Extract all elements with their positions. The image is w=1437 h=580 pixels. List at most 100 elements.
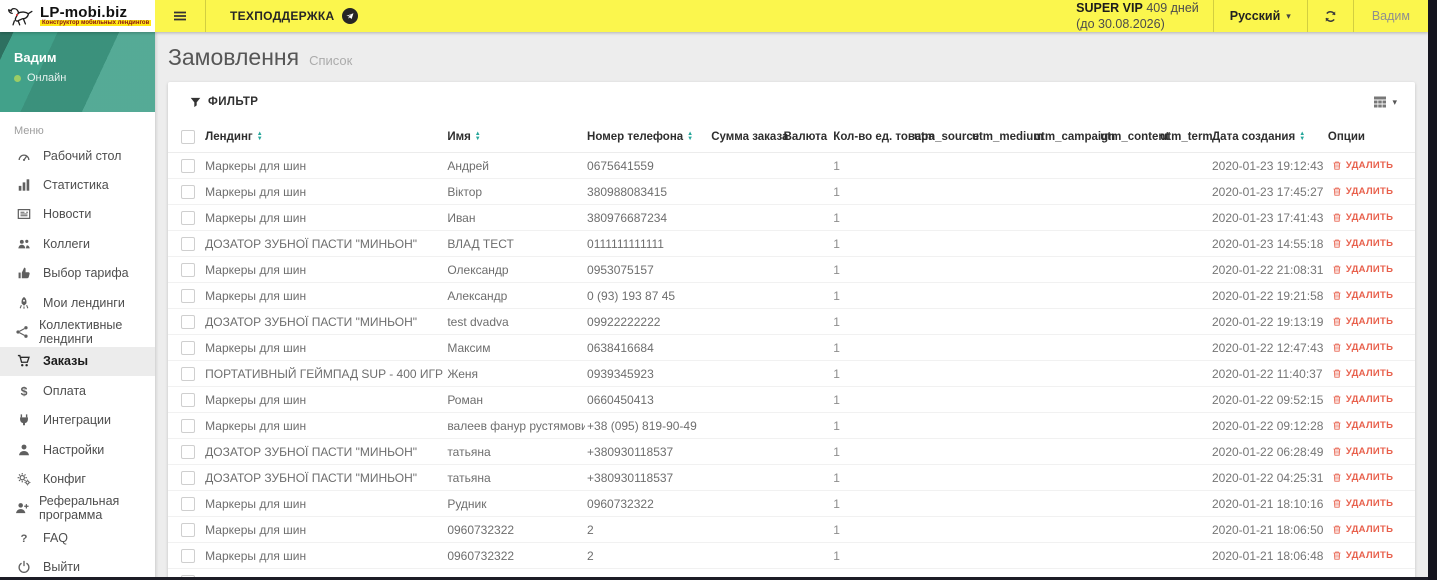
- sidebar-item[interactable]: Настройки: [0, 435, 155, 464]
- sort-icon: ▲ ▼: [687, 131, 694, 142]
- delete-label: УДАЛИТЬ: [1345, 211, 1394, 223]
- row-checkbox[interactable]: [181, 288, 195, 303]
- svg-text:$: $: [21, 384, 28, 398]
- sidebar-item[interactable]: Заказы: [0, 346, 155, 377]
- cell-landing: Маркеры для шин: [203, 490, 446, 517]
- cell-currency: [781, 386, 832, 413]
- sidebar-toggle-button[interactable]: [155, 0, 205, 32]
- column-header[interactable]: Дата создания ▲ ▼: [1209, 122, 1326, 153]
- cell-quantity: 1: [831, 204, 912, 231]
- row-checkbox[interactable]: [181, 340, 195, 355]
- row-checkbox[interactable]: [181, 366, 195, 381]
- menu-label: Меню: [14, 125, 44, 137]
- delete-label: УДАЛИТЬ: [1345, 497, 1394, 509]
- column-header[interactable]: utm_term ▲▼: [1158, 122, 1213, 153]
- sidebar-item[interactable]: Статистика: [0, 170, 155, 199]
- delete-button[interactable]: УДАЛИТЬ: [1328, 314, 1397, 329]
- cell-landing: Маркеры для шин: [203, 542, 446, 569]
- cell-utm-content: [1098, 516, 1159, 543]
- sidebar-item-label: Реферальная программа: [39, 494, 120, 523]
- column-header[interactable]: utm_source ▲▼: [912, 122, 979, 153]
- cell-phone: 0953075157: [585, 256, 710, 283]
- delete-button[interactable]: УДАЛИТЬ: [1328, 366, 1397, 381]
- support-button[interactable]: ТЕХПОДДЕРЖКА: [206, 0, 376, 32]
- sidebar-item[interactable]: Мои лендинги: [0, 288, 155, 317]
- cell-utm-source: [912, 334, 970, 361]
- scrollbar[interactable]: [1428, 0, 1437, 580]
- column-header[interactable]: Лендинг ▲ ▼: [203, 122, 446, 153]
- row-checkbox[interactable]: [181, 392, 195, 407]
- cell-utm-medium: [969, 308, 1033, 335]
- table-row: Маркеры для шин Олександр 0953075157 1 2…: [168, 256, 1415, 283]
- sidebar-item[interactable]: $ Оплата: [0, 376, 155, 405]
- cell-currency: [781, 204, 832, 231]
- cell-landing: Маркеры для шин: [203, 152, 446, 179]
- delete-button[interactable]: УДАЛИТЬ: [1328, 262, 1397, 277]
- delete-button[interactable]: УДАЛИТЬ: [1328, 548, 1397, 563]
- column-settings-button[interactable]: ▾: [1369, 91, 1401, 113]
- column-header[interactable]: Сумма заказа ▲▼: [709, 122, 788, 153]
- logo[interactable]: LP-mobi.biz Конструктор мобильных лендин…: [0, 0, 155, 32]
- row-checkbox[interactable]: [181, 184, 195, 199]
- referral-icon: [15, 501, 29, 515]
- row-checkbox[interactable]: [181, 418, 195, 433]
- delete-button[interactable]: УДАЛИТЬ: [1328, 210, 1397, 225]
- row-checkbox[interactable]: [181, 210, 195, 225]
- row-checkbox[interactable]: [181, 158, 195, 173]
- delete-button[interactable]: УДАЛИТЬ: [1328, 470, 1397, 485]
- cell-utm-source: [912, 490, 970, 517]
- sidebar-item[interactable]: Коллективные лендинги: [0, 317, 155, 346]
- sidebar-item[interactable]: Конфиг: [0, 464, 155, 493]
- row-checkbox[interactable]: [181, 314, 195, 329]
- cell-created: 2020-01-22 11:40:37: [1209, 360, 1326, 387]
- delete-button[interactable]: УДАЛИТЬ: [1328, 236, 1397, 251]
- sidebar-item[interactable]: Новости: [0, 200, 155, 229]
- sidebar-item[interactable]: ? FAQ: [0, 523, 155, 552]
- column-header[interactable]: Номер телефона ▲ ▼: [585, 122, 710, 153]
- row-checkbox[interactable]: [181, 522, 195, 537]
- column-header[interactable]: Кол-во ед. товара ▲▼: [831, 122, 935, 153]
- delete-button[interactable]: УДАЛИТЬ: [1328, 392, 1397, 407]
- support-label: ТЕХПОДДЕРЖКА: [230, 9, 335, 23]
- delete-button[interactable]: УДАЛИТЬ: [1328, 418, 1397, 433]
- trash-icon: [1333, 291, 1341, 300]
- sidebar-item[interactable]: Рабочий стол: [0, 141, 155, 170]
- row-checkbox[interactable]: [181, 444, 195, 459]
- cell-quantity: 1: [831, 386, 912, 413]
- logout-icon: [15, 560, 33, 574]
- column-header[interactable]: utm_content ▲▼: [1098, 122, 1169, 153]
- topbar-username[interactable]: Вадим: [1354, 0, 1428, 32]
- delete-button[interactable]: УДАЛИТЬ: [1328, 340, 1397, 355]
- delete-button[interactable]: УДАЛИТЬ: [1328, 184, 1397, 199]
- row-checkbox[interactable]: [181, 548, 195, 563]
- delete-button[interactable]: УДАЛИТЬ: [1328, 158, 1397, 173]
- column-header[interactable]: utm_medium ▲▼: [969, 122, 1044, 153]
- delete-button[interactable]: УДАЛИТЬ: [1328, 444, 1397, 459]
- cell-utm-content: [1098, 386, 1159, 413]
- column-header[interactable]: Опции ▲▼: [1325, 122, 1415, 153]
- sidebar-item[interactable]: Коллеги: [0, 229, 155, 258]
- cell-landing: Маркеры для шин: [203, 178, 446, 205]
- sidebar-item[interactable]: Реферальная программа: [0, 494, 155, 523]
- row-checkbox[interactable]: [181, 236, 195, 251]
- row-checkbox[interactable]: [181, 470, 195, 485]
- delete-button[interactable]: УДАЛИТЬ: [1328, 288, 1397, 303]
- sidebar-item[interactable]: Выбор тарифа: [0, 259, 155, 288]
- language-select[interactable]: Русский ▾: [1214, 0, 1307, 32]
- column-header[interactable]: Имя ▲ ▼: [445, 122, 586, 153]
- column-header[interactable]: utm_campaign ▲▼: [1032, 122, 1115, 153]
- select-all-checkbox[interactable]: [181, 130, 195, 144]
- delete-button[interactable]: УДАЛИТЬ: [1328, 496, 1397, 511]
- sidebar-item[interactable]: Выйти: [0, 552, 155, 580]
- row-checkbox[interactable]: [181, 262, 195, 277]
- cell-utm-term: [1158, 516, 1210, 543]
- row-checkbox[interactable]: [181, 496, 195, 511]
- trash-icon: [1333, 343, 1341, 352]
- delete-button[interactable]: УДАЛИТЬ: [1328, 522, 1397, 537]
- sidebar-item[interactable]: Интеграции: [0, 406, 155, 435]
- refresh-button[interactable]: [1308, 0, 1353, 32]
- column-header[interactable]: Валюта ▲▼: [781, 122, 832, 153]
- cell-created: 2020-01-22 06:28:49: [1209, 438, 1326, 465]
- filter-button[interactable]: ФИЛЬТР: [190, 96, 258, 108]
- online-status-label: Онлайн: [27, 72, 67, 84]
